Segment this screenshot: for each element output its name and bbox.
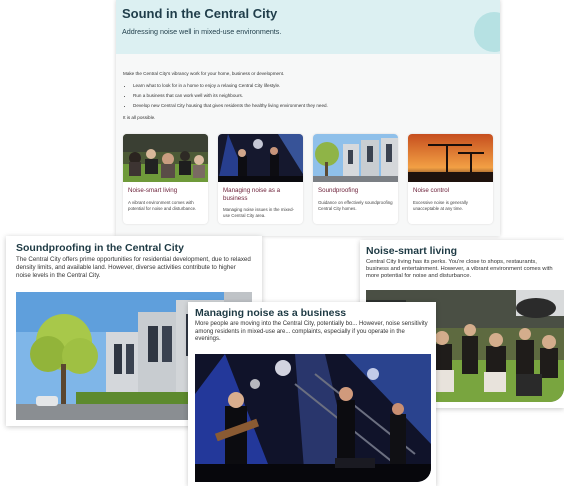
- panel-text: Central City living has its perks. You'r…: [366, 259, 553, 280]
- card-text: Excessive noise is generally unacceptabl…: [413, 199, 468, 211]
- intro-text: Make the Central City's vibrancy work fo…: [123, 71, 285, 76]
- card-title: Noise-smart living: [128, 187, 178, 194]
- panel-title: Soundproofing in the Central City: [16, 242, 184, 254]
- page-intro: Make the Central City's vibrancy work fo…: [116, 54, 500, 121]
- card-text: A vibrant environment comes with potenti…: [128, 199, 197, 211]
- topic-cards: Noise-smart living A vibrant environment…: [123, 134, 493, 224]
- card-managing-noise[interactable]: Managing noise as a business Managing no…: [218, 134, 303, 224]
- card-noise-smart-living[interactable]: Noise-smart living A vibrant environment…: [123, 134, 208, 224]
- card-image-crowd: [123, 134, 208, 182]
- panel-text: More people are moving into the Central …: [195, 321, 428, 343]
- decorative-circle: [474, 12, 500, 52]
- page-title: Sound in the Central City: [122, 6, 278, 21]
- panel-managing-noise: Managing noise as a business More people…: [188, 302, 436, 486]
- intro-bullet: Run a business that can work well with i…: [133, 92, 493, 99]
- intro-list: Learn what to look for in a home to enjo…: [133, 82, 493, 109]
- card-image-concert: [218, 134, 303, 182]
- card-image-houses: [313, 134, 398, 182]
- webpage-screenshot: Sound in the Central City Addressing noi…: [116, 0, 500, 236]
- card-noise-control[interactable]: Noise control Excessive noise is general…: [408, 134, 493, 224]
- card-text: Guidance on effectively soundproofing Ce…: [318, 199, 393, 211]
- card-title: Managing noise as a business: [223, 187, 281, 202]
- panel-text: The Central City offers prime opportunit…: [16, 256, 251, 279]
- card-title: Noise control: [413, 187, 450, 194]
- page-subtitle: Addressing noise well in mixed-use envir…: [122, 27, 282, 36]
- card-image-cranes: [408, 134, 493, 182]
- panel-title: Managing noise as a business: [195, 307, 347, 319]
- card-title: Soundproofing: [318, 187, 359, 194]
- photo-concert-stage: [195, 354, 431, 482]
- card-text: Managing noise issues in the mixed-use C…: [223, 207, 295, 218]
- closing-text: It is all possible.: [123, 115, 156, 120]
- page-header: Sound in the Central City Addressing noi…: [116, 0, 500, 54]
- panel-title: Noise-smart living: [366, 245, 458, 257]
- card-soundproofing[interactable]: Soundproofing Guidance on effectively so…: [313, 134, 398, 224]
- intro-bullet: Develop new Central City housing that gi…: [133, 102, 493, 109]
- intro-bullet: Learn what to look for in a home to enjo…: [133, 82, 493, 89]
